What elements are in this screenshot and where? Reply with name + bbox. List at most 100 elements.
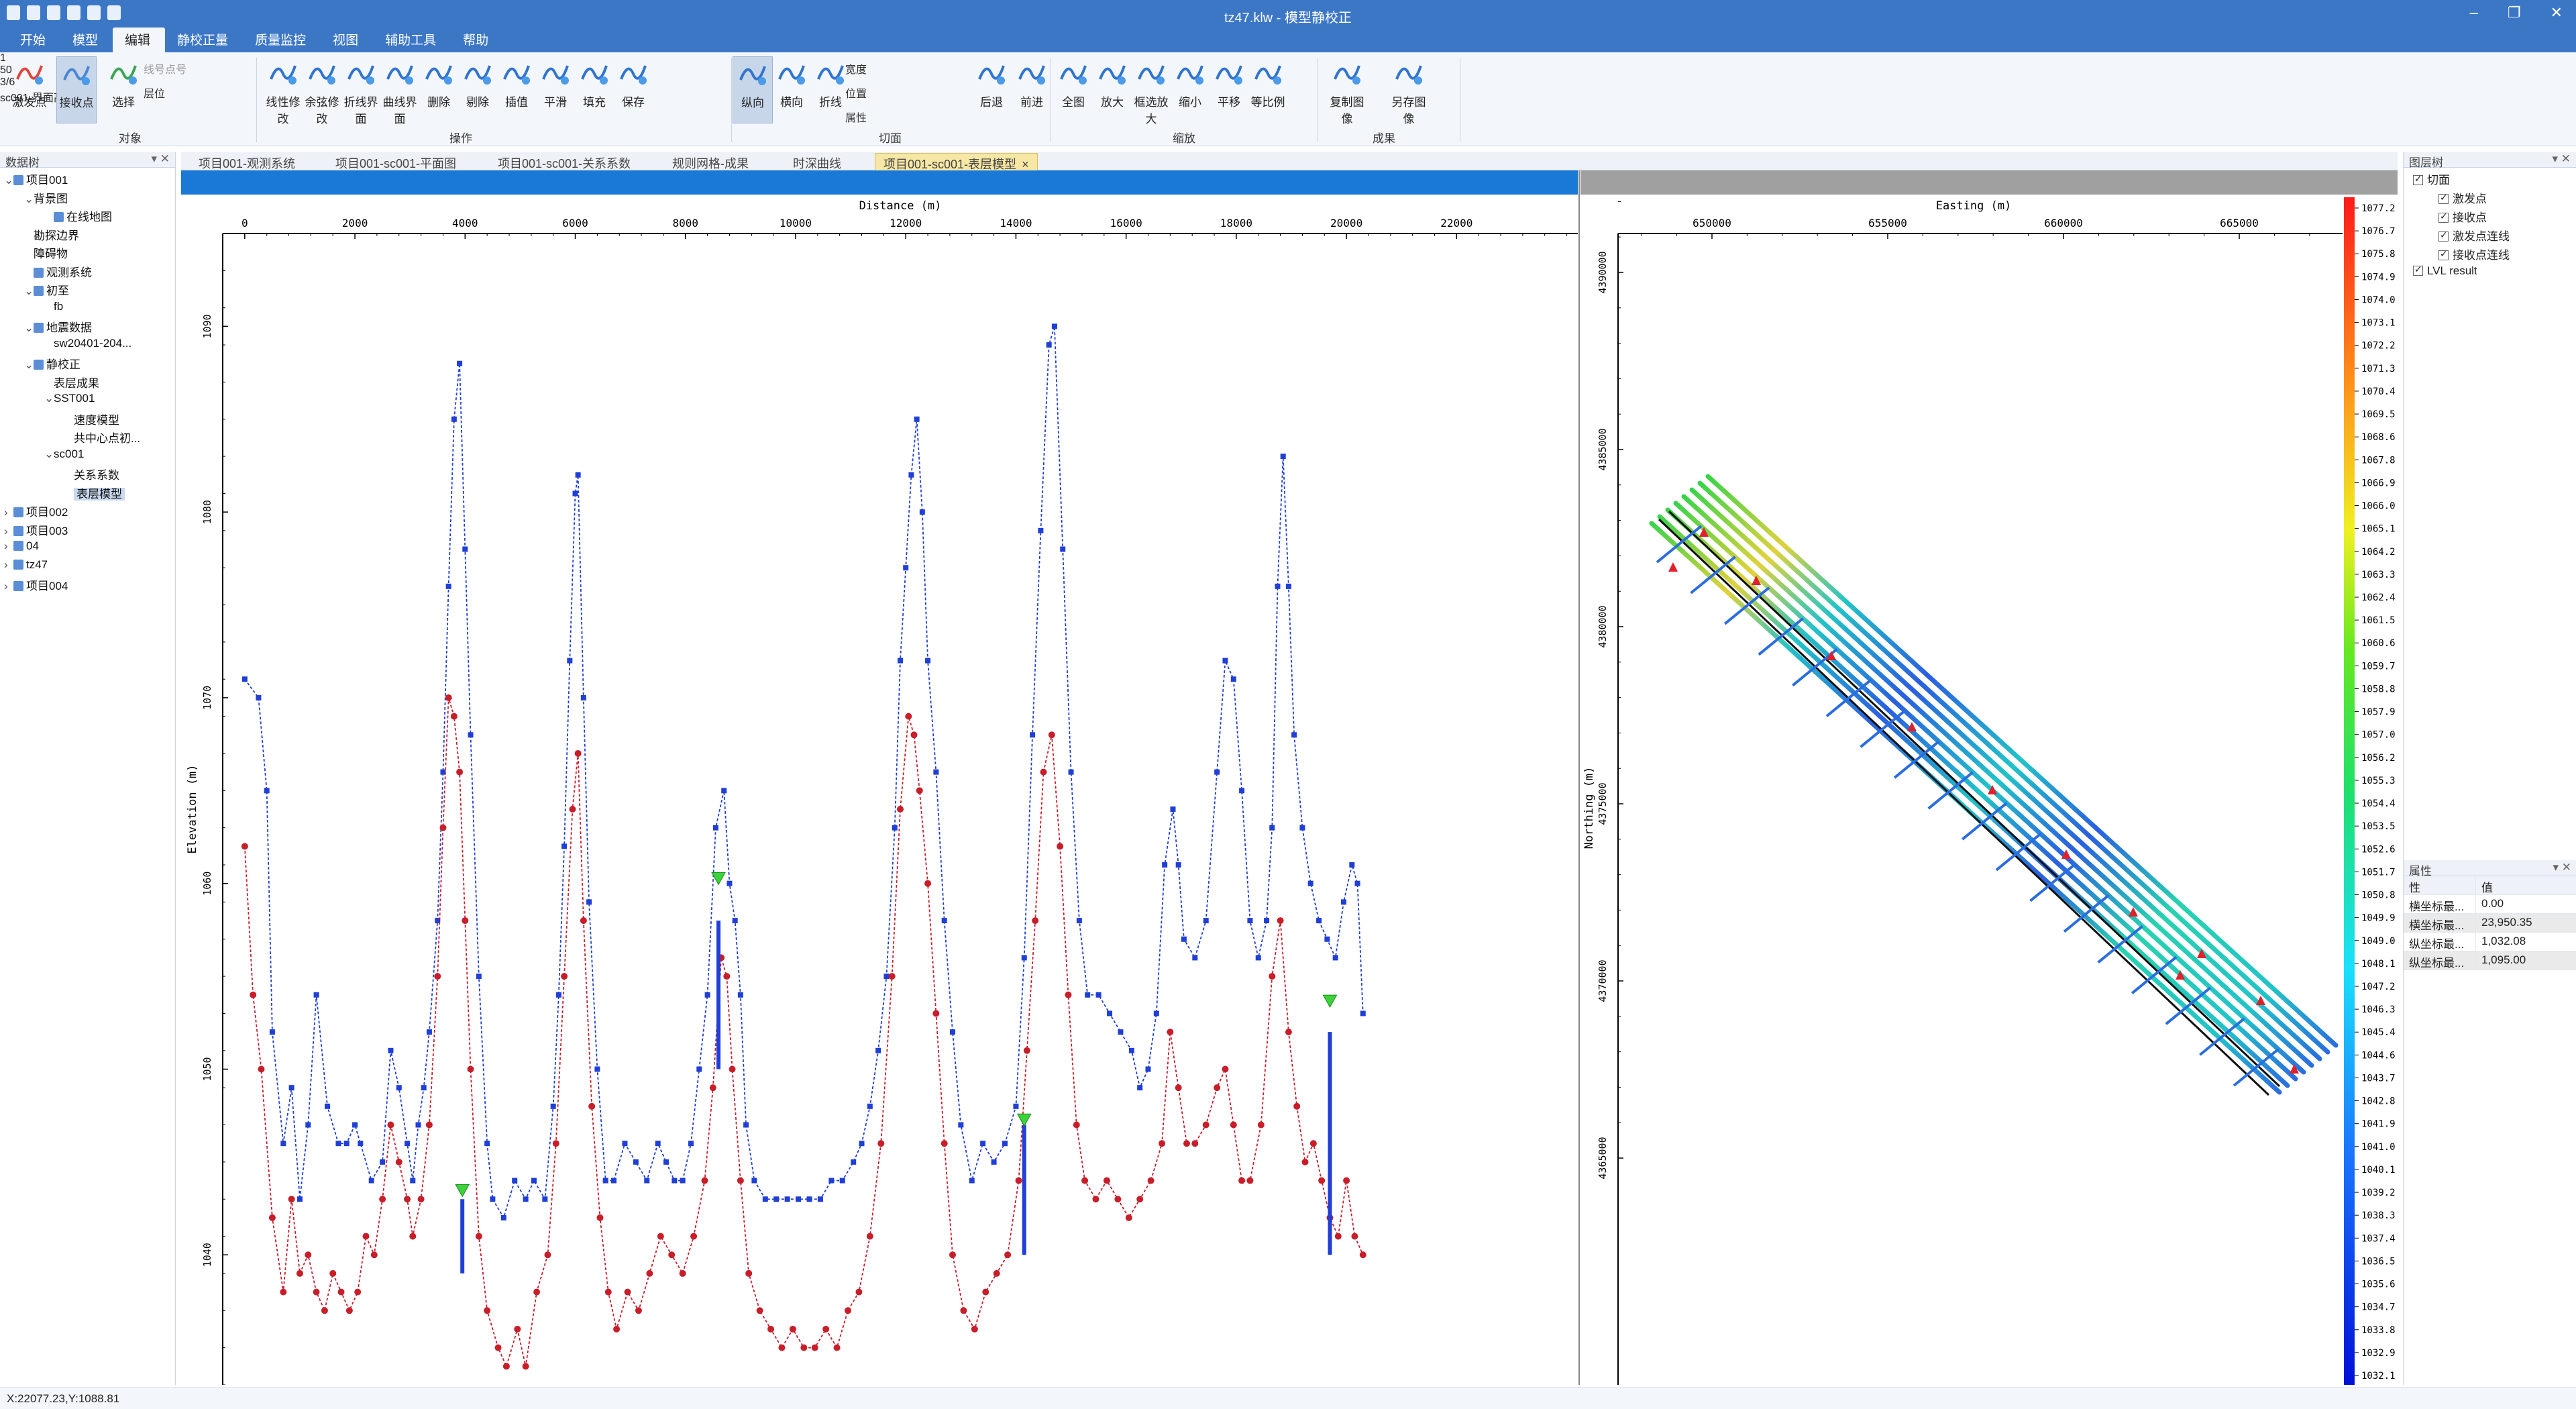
copy-image-button[interactable]: 复制图像 xyxy=(1327,56,1367,126)
tree-item[interactable]: › 04 xyxy=(4,539,39,553)
tree-toggle-icon[interactable]: ⌄ xyxy=(44,448,54,461)
tree-item[interactable]: sw20401-204... xyxy=(44,337,131,350)
tree-toggle-icon[interactable]: ⌄ xyxy=(44,392,54,405)
reject-button[interactable]: 剔除 xyxy=(458,56,498,109)
tree-item[interactable]: › 项目003 xyxy=(4,521,68,538)
receiver-point-button[interactable]: 接收点 xyxy=(56,56,97,123)
tree-toggle-icon[interactable]: ⌄ xyxy=(24,321,34,335)
tree-item[interactable]: ⌄背景图 xyxy=(24,189,68,206)
tree-item[interactable]: fb xyxy=(44,300,63,313)
profile-point-1 xyxy=(910,731,918,739)
full-extent-button[interactable]: 全图 xyxy=(1053,56,1093,109)
profile-marker[interactable] xyxy=(455,1184,470,1198)
polyline-slice-button[interactable]: 折线 xyxy=(810,56,851,109)
tree-item[interactable]: ⌄SST001 xyxy=(44,392,95,405)
tree-item[interactable]: 表层成果 xyxy=(44,374,99,390)
profile-marker[interactable] xyxy=(1016,1113,1032,1127)
tree-item[interactable]: 速度模型 xyxy=(64,411,119,427)
tree-item[interactable]: › 项目002 xyxy=(4,503,68,519)
layer-item[interactable]: 接收点连线 xyxy=(2438,246,2510,262)
fill-button[interactable]: 填充 xyxy=(574,56,614,109)
profile-point-1 xyxy=(690,1233,698,1240)
layer-item[interactable]: LVL result xyxy=(2413,264,2477,278)
linear-modify-button[interactable]: 线性修改 xyxy=(263,56,303,126)
close-icon[interactable]: ▾ ✕ xyxy=(2553,861,2571,874)
shot-point-button[interactable]: 激发点 xyxy=(9,56,50,109)
tree-toggle-icon[interactable]: ⌄ xyxy=(4,174,13,187)
layer-item[interactable]: 切面 xyxy=(2413,170,2450,187)
equal-scale-button[interactable]: 等比例 xyxy=(1248,56,1288,109)
tree-item[interactable]: 共中心点初... xyxy=(64,429,140,446)
tree-toggle-icon[interactable]: › xyxy=(4,506,13,519)
tree-item[interactable]: › 项目004 xyxy=(4,576,68,593)
curve-interface-button[interactable]: 曲线界面 xyxy=(380,56,420,126)
minimize-icon[interactable]: – xyxy=(2470,4,2478,21)
pan-hand-button[interactable]: 平移 xyxy=(1209,56,1249,109)
line-point-field[interactable]: 线号点号 xyxy=(144,60,186,76)
tree-toggle-icon[interactable]: › xyxy=(4,580,13,593)
tree-toggle-icon[interactable]: › xyxy=(4,558,13,572)
select-button[interactable]: 选择 xyxy=(103,56,144,109)
vertical-slice-button[interactable]: 纵向 xyxy=(733,56,773,123)
tree-toggle-icon[interactable]: › xyxy=(4,525,13,538)
layer-checkbox[interactable] xyxy=(2438,192,2449,204)
profile-point-1 xyxy=(1032,917,1039,925)
tree-item[interactable]: 关系系数 xyxy=(64,466,119,482)
interpolate-button[interactable]: 插值 xyxy=(496,56,537,109)
menu-item-1[interactable]: 模型 xyxy=(60,28,113,52)
save-image-button[interactable]: 另存图像 xyxy=(1389,56,1429,126)
profile-marker[interactable] xyxy=(1322,994,1338,1008)
close-icon[interactable]: ▾ ✕ xyxy=(151,152,170,166)
tree-item[interactable]: ⌄ 地震数据 xyxy=(24,318,92,335)
tree-toggle-icon[interactable]: ⌄ xyxy=(24,358,34,372)
maximize-icon[interactable]: ❐ xyxy=(2508,4,2521,21)
delete-button[interactable]: 删除 xyxy=(419,56,459,109)
menu-item-6[interactable]: 辅助工具 xyxy=(373,28,451,52)
tree-item[interactable]: ⌄ 初至 xyxy=(24,281,69,298)
save-button[interactable]: 保存 xyxy=(613,56,653,109)
colorbar-tick-label: 1070.4 xyxy=(2361,386,2396,397)
box-zoom-button[interactable]: 框选放大 xyxy=(1131,56,1171,126)
colorbar-tick-label: 1036.5 xyxy=(2361,1256,2396,1267)
layer-item[interactable]: 激发点连线 xyxy=(2438,227,2510,244)
smooth-button[interactable]: 平滑 xyxy=(535,56,576,109)
tree-item[interactable]: 勘探边界 xyxy=(24,226,79,243)
menu-item-0[interactable]: 开始 xyxy=(8,28,60,52)
tree-toggle-icon[interactable]: ⌄ xyxy=(24,284,34,298)
menu-item-4[interactable]: 质量监控 xyxy=(243,28,321,52)
tree-item[interactable]: 在线地图 xyxy=(44,207,112,224)
tree-item[interactable]: › tz47 xyxy=(4,558,48,572)
layer-checkbox[interactable] xyxy=(2438,248,2449,260)
cosine-modify-button[interactable]: 余弦修改 xyxy=(302,56,342,126)
menu-item-2[interactable]: 编辑 xyxy=(113,28,166,52)
profile-marker[interactable] xyxy=(711,872,726,886)
tab-close-icon[interactable]: × xyxy=(1022,158,1029,171)
tree-item[interactable]: 表层模型 xyxy=(64,484,125,501)
tree-toggle-icon[interactable]: ⌄ xyxy=(24,193,34,206)
tree-item[interactable]: 障碍物 xyxy=(24,244,68,261)
menu-item-5[interactable]: 视图 xyxy=(321,28,373,52)
layer-checkbox[interactable] xyxy=(2438,211,2449,223)
tree-item[interactable]: ⌄ 静校正 xyxy=(24,355,80,372)
layer-item[interactable]: 接收点 xyxy=(2438,208,2487,225)
profile-point-1 xyxy=(268,1214,276,1221)
back-button[interactable]: 后退 xyxy=(971,56,1012,109)
layer-checkbox[interactable] xyxy=(2413,173,2423,185)
zoom-in-button[interactable]: 放大 xyxy=(1092,56,1132,109)
forward-button[interactable]: 前进 xyxy=(1012,56,1052,109)
horizontal-slice-button[interactable]: 横向 xyxy=(771,56,812,109)
tree-item[interactable]: ⌄ 项目001 xyxy=(4,170,68,187)
layer-checkbox[interactable] xyxy=(2413,264,2423,276)
close-icon[interactable]: ▾ ✕ xyxy=(2552,152,2571,166)
model-view-canvas[interactable]: Distance (m) Elevation (m) 0 2000 4000 6000 80… xyxy=(181,170,2398,1386)
close-icon[interactable]: ✕ xyxy=(2551,4,2563,21)
layer-checkbox[interactable] xyxy=(2438,229,2449,242)
tree-toggle-icon[interactable]: › xyxy=(4,539,13,553)
tree-item[interactable]: ⌄sc001 xyxy=(44,448,84,461)
menu-item-7[interactable]: 帮助 xyxy=(451,28,503,52)
tree-item[interactable]: 观测系统 xyxy=(24,263,92,280)
zoom-out-button[interactable]: 缩小 xyxy=(1170,56,1210,109)
polyline-interface-button[interactable]: 折线界面 xyxy=(341,56,381,126)
menu-item-3[interactable]: 静校正量 xyxy=(165,28,243,52)
layer-item[interactable]: 激发点 xyxy=(2438,189,2487,206)
